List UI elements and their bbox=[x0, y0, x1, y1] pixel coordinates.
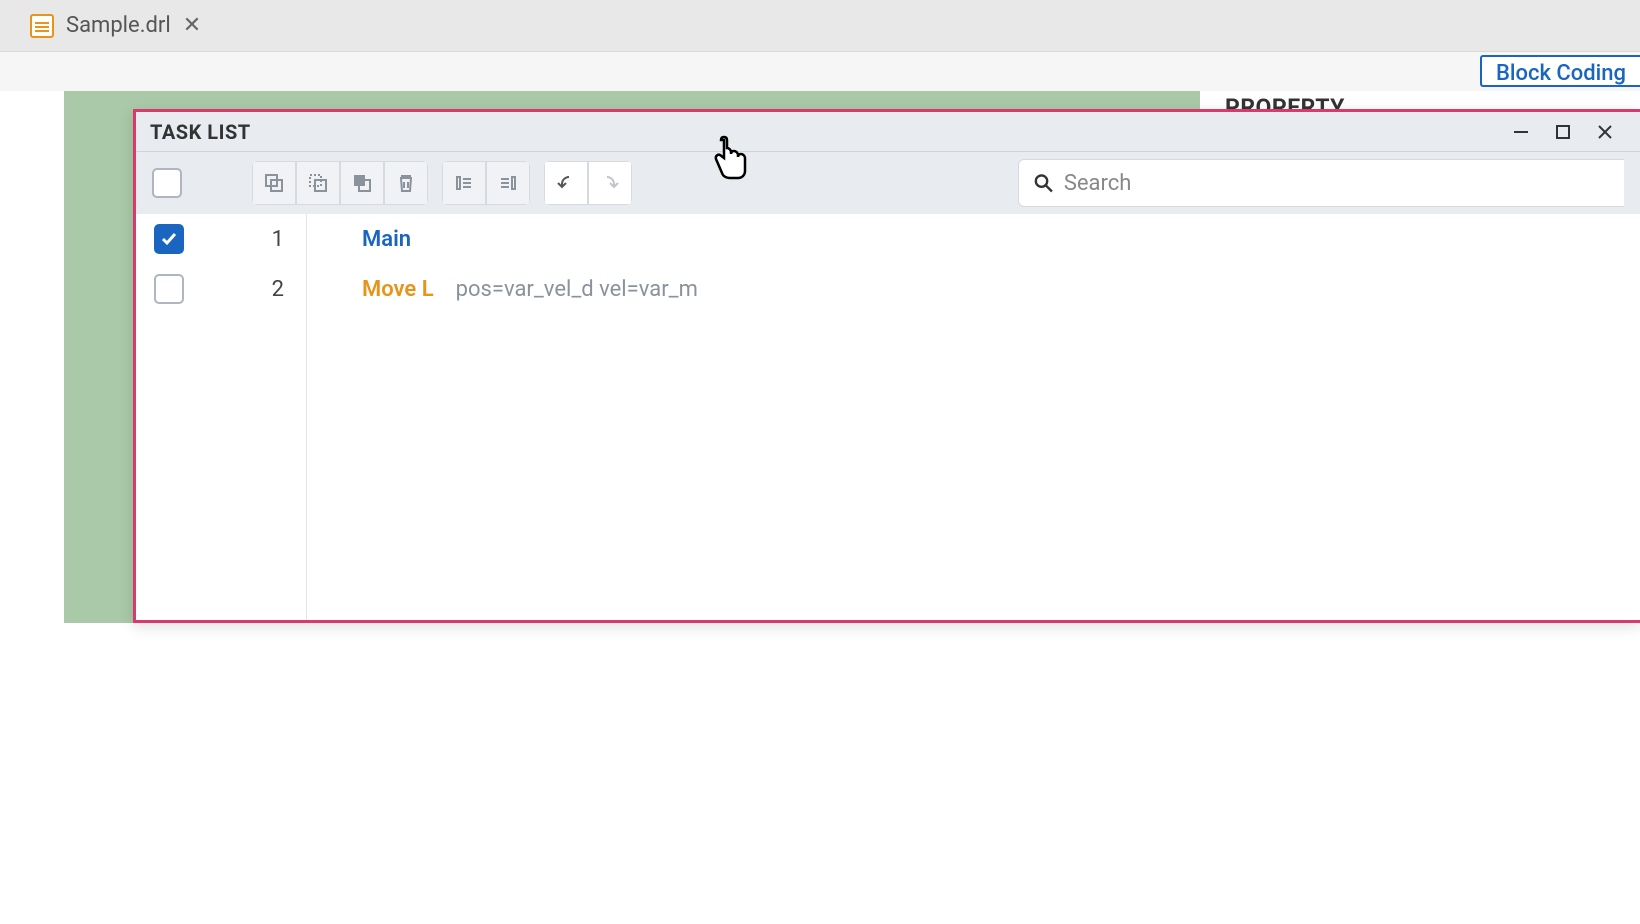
edit-group bbox=[252, 161, 428, 205]
row-divider bbox=[306, 214, 307, 620]
select-all-checkbox[interactable] bbox=[152, 168, 182, 198]
search-input[interactable] bbox=[1064, 171, 1610, 196]
maximize-button[interactable] bbox=[1542, 114, 1584, 150]
task-row[interactable]: 2 Move L pos=var_vel_d vel=var_m bbox=[136, 264, 1640, 314]
panel-toolbar bbox=[136, 152, 1640, 214]
close-button[interactable] bbox=[1584, 114, 1626, 150]
paste-button[interactable] bbox=[340, 161, 384, 205]
row-number: 1 bbox=[184, 227, 304, 252]
row-command: Main bbox=[304, 227, 411, 252]
task-list-panel: TASK LIST bbox=[133, 109, 1640, 623]
search-box[interactable] bbox=[1018, 159, 1624, 207]
redo-button[interactable] bbox=[588, 161, 632, 205]
minimize-button[interactable] bbox=[1500, 114, 1542, 150]
close-tab-icon[interactable]: ✕ bbox=[183, 13, 201, 38]
row-checkbox[interactable] bbox=[154, 274, 184, 304]
block-coding-button[interactable]: Block Coding bbox=[1480, 55, 1640, 87]
copy-button[interactable] bbox=[252, 161, 296, 205]
task-row[interactable]: 1 Main bbox=[136, 214, 1640, 264]
tab-bar: Sample.drl ✕ bbox=[0, 0, 1640, 52]
indent-button[interactable] bbox=[486, 161, 530, 205]
indent-group bbox=[442, 161, 530, 205]
outdent-button[interactable] bbox=[442, 161, 486, 205]
row-number: 2 bbox=[184, 277, 304, 302]
file-tab[interactable]: Sample.drl ✕ bbox=[30, 13, 201, 38]
undo-redo-group bbox=[544, 161, 632, 205]
drl-file-icon bbox=[30, 14, 54, 38]
row-checkbox[interactable] bbox=[154, 224, 184, 254]
panel-title: TASK LIST bbox=[150, 120, 251, 144]
search-icon bbox=[1033, 172, 1054, 194]
cut-button[interactable] bbox=[296, 161, 340, 205]
panel-titlebar[interactable]: TASK LIST bbox=[136, 112, 1640, 152]
undo-button[interactable] bbox=[544, 161, 588, 205]
row-command: Move L bbox=[304, 277, 434, 302]
tab-filename: Sample.drl bbox=[66, 13, 171, 38]
sub-toolbar bbox=[0, 52, 1640, 91]
task-rows: 1 Main 2 Move L pos=var_vel_d vel=var_m bbox=[136, 214, 1640, 620]
delete-button[interactable] bbox=[384, 161, 428, 205]
row-arguments: pos=var_vel_d vel=var_m bbox=[434, 277, 698, 302]
